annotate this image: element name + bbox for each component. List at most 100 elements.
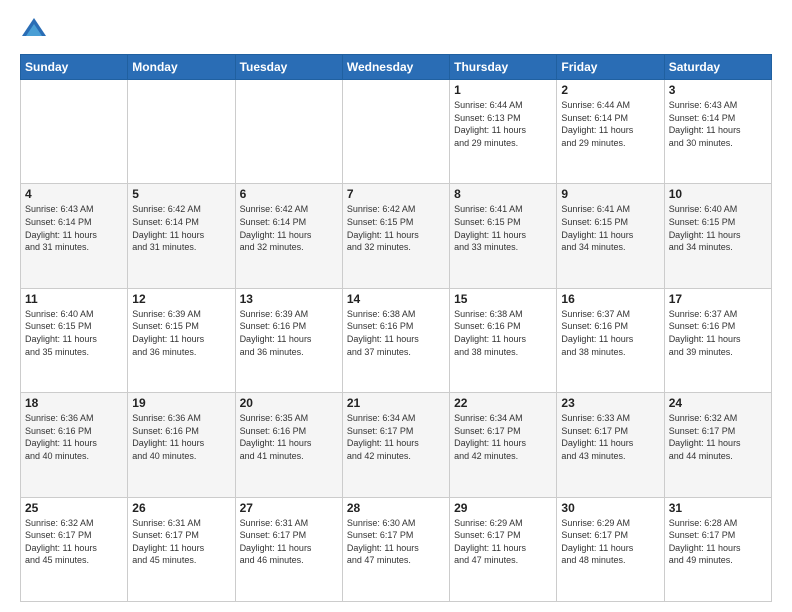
- day-number: 6: [240, 187, 338, 201]
- calendar-cell: [21, 80, 128, 184]
- calendar-cell: 4Sunrise: 6:43 AM Sunset: 6:14 PM Daylig…: [21, 184, 128, 288]
- day-number: 20: [240, 396, 338, 410]
- calendar-cell: 24Sunrise: 6:32 AM Sunset: 6:17 PM Dayli…: [664, 393, 771, 497]
- calendar-cell: [128, 80, 235, 184]
- day-number: 2: [561, 83, 659, 97]
- calendar-cell: 22 Sunrise: 6:34 AM Sunset: 6:17 PM Dayli…: [450, 393, 557, 497]
- calendar-cell: 9 Sunrise: 6:41 AM Sunset: 6:15 PM Daylig…: [557, 184, 664, 288]
- day-number: 31: [669, 501, 767, 515]
- day-number: 1: [454, 83, 552, 97]
- calendar-week-2: 4Sunrise: 6:43 AM Sunset: 6:14 PM Daylig…: [21, 184, 772, 288]
- day-number: 7: [347, 187, 445, 201]
- calendar-cell: [342, 80, 449, 184]
- day-number: 26: [132, 501, 230, 515]
- day-info: Sunrise: 6:40 AM Sunset: 6:15 PM Dayligh…: [25, 308, 123, 358]
- day-info: Sunrise: 6:44 AM Sunset: 6:13 PM Dayligh…: [454, 99, 552, 149]
- calendar-cell: 14 Sunrise: 6:38 AM Sunset: 6:16 PM Dayli…: [342, 288, 449, 392]
- day-number: 8: [454, 187, 552, 201]
- day-number: 13: [240, 292, 338, 306]
- day-info: Sunrise: 6:42 AM Sunset: 6:14 PM Dayligh…: [132, 203, 230, 253]
- day-number: 9: [561, 187, 659, 201]
- day-info: Sunrise: 6:42 AM Sunset: 6:15 PM Dayligh…: [347, 203, 445, 253]
- day-info: Sunrise: 6:44 AM Sunset: 6:14 PM Dayligh…: [561, 99, 659, 149]
- calendar-week-3: 11 Sunrise: 6:40 AM Sunset: 6:15 PM Dayli…: [21, 288, 772, 392]
- day-info: Sunrise: 6:29 AM Sunset: 6:17 PM Dayligh…: [454, 517, 552, 567]
- page: SundayMondayTuesdayWednesdayThursdayFrid…: [0, 0, 792, 612]
- logo-icon: [20, 16, 48, 44]
- day-info: Sunrise: 6:35 AM Sunset: 6:16 PM Dayligh…: [240, 412, 338, 462]
- calendar-cell: 15 Sunrise: 6:38 AM Sunset: 6:16 PM Dayli…: [450, 288, 557, 392]
- calendar-cell: 29 Sunrise: 6:29 AM Sunset: 6:17 PM Dayli…: [450, 497, 557, 601]
- calendar-cell: 23 Sunrise: 6:33 AM Sunset: 6:17 PM Dayli…: [557, 393, 664, 497]
- calendar-cell: [235, 80, 342, 184]
- logo: [20, 16, 52, 44]
- calendar-cell: 13 Sunrise: 6:39 AM Sunset: 6:16 PM Dayli…: [235, 288, 342, 392]
- calendar-cell: 20 Sunrise: 6:35 AM Sunset: 6:16 PM Dayli…: [235, 393, 342, 497]
- calendar-cell: 21 Sunrise: 6:34 AM Sunset: 6:17 PM Dayli…: [342, 393, 449, 497]
- calendar-cell: 31Sunrise: 6:28 AM Sunset: 6:17 PM Dayli…: [664, 497, 771, 601]
- day-info: Sunrise: 6:36 AM Sunset: 6:16 PM Dayligh…: [25, 412, 123, 462]
- day-number: 29: [454, 501, 552, 515]
- day-number: 19: [132, 396, 230, 410]
- calendar-cell: 1 Sunrise: 6:44 AM Sunset: 6:13 PM Daylig…: [450, 80, 557, 184]
- weekday-header-monday: Monday: [128, 55, 235, 80]
- day-number: 15: [454, 292, 552, 306]
- calendar-cell: 5 Sunrise: 6:42 AM Sunset: 6:14 PM Daylig…: [128, 184, 235, 288]
- calendar-cell: 25 Sunrise: 6:32 AM Sunset: 6:17 PM Dayli…: [21, 497, 128, 601]
- calendar-cell: 17Sunrise: 6:37 AM Sunset: 6:16 PM Dayli…: [664, 288, 771, 392]
- calendar-cell: 2 Sunrise: 6:44 AM Sunset: 6:14 PM Daylig…: [557, 80, 664, 184]
- day-number: 11: [25, 292, 123, 306]
- calendar-cell: 3 Sunrise: 6:43 AM Sunset: 6:14 PM Daylig…: [664, 80, 771, 184]
- calendar-cell: 10Sunrise: 6:40 AM Sunset: 6:15 PM Dayli…: [664, 184, 771, 288]
- day-number: 23: [561, 396, 659, 410]
- calendar-cell: 18 Sunrise: 6:36 AM Sunset: 6:16 PM Dayli…: [21, 393, 128, 497]
- calendar-cell: 6 Sunrise: 6:42 AM Sunset: 6:14 PM Daylig…: [235, 184, 342, 288]
- day-info: Sunrise: 6:29 AM Sunset: 6:17 PM Dayligh…: [561, 517, 659, 567]
- day-number: 25: [25, 501, 123, 515]
- day-info: Sunrise: 6:31 AM Sunset: 6:17 PM Dayligh…: [132, 517, 230, 567]
- day-number: 28: [347, 501, 445, 515]
- day-info: Sunrise: 6:37 AM Sunset: 6:16 PM Dayligh…: [669, 308, 767, 358]
- calendar-cell: 19 Sunrise: 6:36 AM Sunset: 6:16 PM Dayli…: [128, 393, 235, 497]
- day-number: 18: [25, 396, 123, 410]
- day-number: 3: [669, 83, 767, 97]
- calendar-cell: 12Sunrise: 6:39 AM Sunset: 6:15 PM Dayli…: [128, 288, 235, 392]
- day-info: Sunrise: 6:34 AM Sunset: 6:17 PM Dayligh…: [347, 412, 445, 462]
- day-info: Sunrise: 6:41 AM Sunset: 6:15 PM Dayligh…: [454, 203, 552, 253]
- day-info: Sunrise: 6:39 AM Sunset: 6:16 PM Dayligh…: [240, 308, 338, 358]
- calendar-cell: 30 Sunrise: 6:29 AM Sunset: 6:17 PM Dayli…: [557, 497, 664, 601]
- calendar-header-row: SundayMondayTuesdayWednesdayThursdayFrid…: [21, 55, 772, 80]
- day-info: Sunrise: 6:38 AM Sunset: 6:16 PM Dayligh…: [347, 308, 445, 358]
- day-info: Sunrise: 6:33 AM Sunset: 6:17 PM Dayligh…: [561, 412, 659, 462]
- calendar-cell: 26 Sunrise: 6:31 AM Sunset: 6:17 PM Dayli…: [128, 497, 235, 601]
- day-info: Sunrise: 6:43 AM Sunset: 6:14 PM Dayligh…: [25, 203, 123, 253]
- day-info: Sunrise: 6:30 AM Sunset: 6:17 PM Dayligh…: [347, 517, 445, 567]
- day-number: 22: [454, 396, 552, 410]
- weekday-header-sunday: Sunday: [21, 55, 128, 80]
- day-info: Sunrise: 6:34 AM Sunset: 6:17 PM Dayligh…: [454, 412, 552, 462]
- calendar-cell: 16Sunrise: 6:37 AM Sunset: 6:16 PM Dayli…: [557, 288, 664, 392]
- day-info: Sunrise: 6:41 AM Sunset: 6:15 PM Dayligh…: [561, 203, 659, 253]
- day-number: 5: [132, 187, 230, 201]
- calendar-cell: 7 Sunrise: 6:42 AM Sunset: 6:15 PM Daylig…: [342, 184, 449, 288]
- day-info: Sunrise: 6:37 AM Sunset: 6:16 PM Dayligh…: [561, 308, 659, 358]
- day-info: Sunrise: 6:32 AM Sunset: 6:17 PM Dayligh…: [669, 412, 767, 462]
- day-info: Sunrise: 6:32 AM Sunset: 6:17 PM Dayligh…: [25, 517, 123, 567]
- weekday-header-thursday: Thursday: [450, 55, 557, 80]
- calendar-cell: 27Sunrise: 6:31 AM Sunset: 6:17 PM Dayli…: [235, 497, 342, 601]
- day-info: Sunrise: 6:38 AM Sunset: 6:16 PM Dayligh…: [454, 308, 552, 358]
- day-number: 21: [347, 396, 445, 410]
- header: [20, 16, 772, 44]
- day-info: Sunrise: 6:31 AM Sunset: 6:17 PM Dayligh…: [240, 517, 338, 567]
- weekday-header-wednesday: Wednesday: [342, 55, 449, 80]
- day-info: Sunrise: 6:42 AM Sunset: 6:14 PM Dayligh…: [240, 203, 338, 253]
- day-number: 30: [561, 501, 659, 515]
- calendar: SundayMondayTuesdayWednesdayThursdayFrid…: [20, 54, 772, 602]
- calendar-week-1: 1 Sunrise: 6:44 AM Sunset: 6:13 PM Daylig…: [21, 80, 772, 184]
- weekday-header-saturday: Saturday: [664, 55, 771, 80]
- day-info: Sunrise: 6:43 AM Sunset: 6:14 PM Dayligh…: [669, 99, 767, 149]
- day-info: Sunrise: 6:36 AM Sunset: 6:16 PM Dayligh…: [132, 412, 230, 462]
- day-number: 14: [347, 292, 445, 306]
- calendar-cell: 28 Sunrise: 6:30 AM Sunset: 6:17 PM Dayli…: [342, 497, 449, 601]
- calendar-week-4: 18 Sunrise: 6:36 AM Sunset: 6:16 PM Dayli…: [21, 393, 772, 497]
